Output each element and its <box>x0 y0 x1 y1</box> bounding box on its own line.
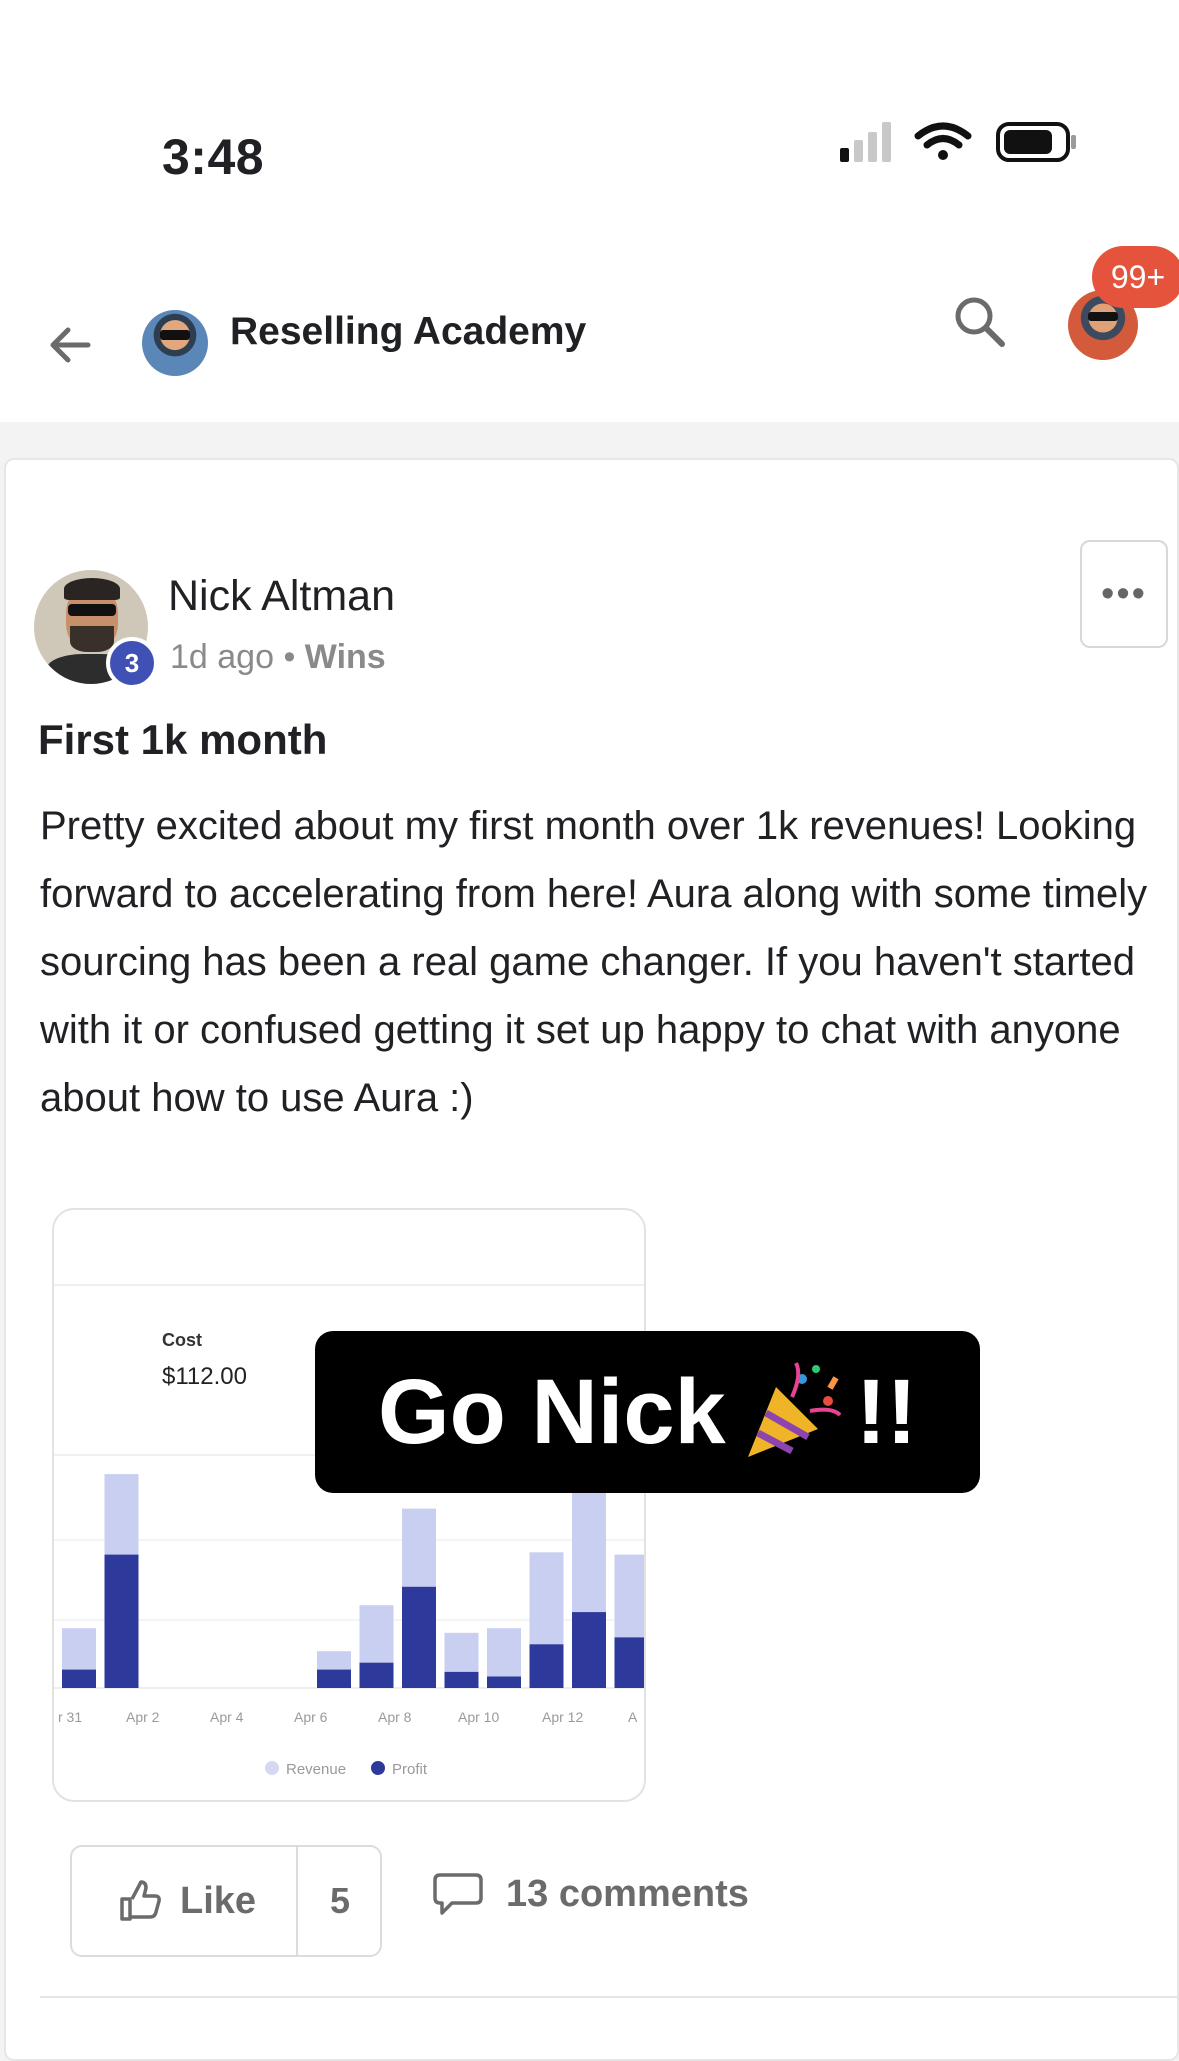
profit-bar <box>572 1612 606 1688</box>
more-options-button[interactable]: ••• <box>1080 540 1168 648</box>
profit-bar <box>359 1662 394 1688</box>
x-tick-label: Apr 10 <box>458 1709 499 1725</box>
search-icon[interactable] <box>950 292 1010 352</box>
x-tick-label: A <box>628 1709 638 1725</box>
profit-bar <box>529 1644 564 1688</box>
like-button[interactable]: Like <box>70 1845 296 1957</box>
group-avatar[interactable] <box>142 310 208 376</box>
sticker-suffix: !! <box>855 1360 917 1463</box>
wifi-icon <box>914 122 972 160</box>
author-level-badge: 3 <box>106 637 158 689</box>
notification-badge[interactable]: 99+ <box>1092 246 1179 308</box>
group-title[interactable]: Reselling Academy <box>230 310 586 354</box>
chart-attachment[interactable]: Cost $112.00 r 31 Apr 2 Apr 4 Apr 6 Apr 8 Apr… <box>52 1208 646 1802</box>
profit-bar <box>402 1586 436 1688</box>
legend-profit: Profit <box>392 1761 428 1778</box>
battery-icon <box>996 122 1076 162</box>
back-arrow-icon[interactable] <box>46 320 96 370</box>
party-popper-icon <box>747 1362 842 1457</box>
comments-button[interactable]: 13 comments <box>432 1862 749 1926</box>
cellular-signal-icon <box>840 122 891 162</box>
go-nick-sticker: Go Nick !! <box>315 1331 980 1493</box>
meta-separator: • <box>274 638 305 676</box>
status-time: 3:48 <box>162 129 265 185</box>
post-author[interactable]: Nick Altman <box>168 572 395 621</box>
section-divider <box>40 1996 1179 1998</box>
profit-bar <box>104 1554 139 1688</box>
x-tick-label: Apr 8 <box>378 1709 412 1725</box>
legend-revenue: Revenue <box>286 1761 346 1778</box>
chart-stat-label: Cost <box>162 1330 202 1350</box>
like-count[interactable]: 5 <box>298 1845 382 1957</box>
x-tick-label: Apr 4 <box>210 1709 244 1725</box>
profit-bar <box>614 1637 644 1688</box>
like-label: Like <box>180 1879 257 1922</box>
legend-revenue-swatch <box>265 1761 279 1775</box>
profit-chart: Cost $112.00 r 31 Apr 2 Apr 4 Apr 6 Apr 8 Apr… <box>54 1284 644 1778</box>
chart-stat-value: $112.00 <box>162 1363 247 1390</box>
chart-legend: Revenue Profit <box>265 1761 428 1778</box>
thumbs-up-icon <box>120 1880 161 1921</box>
status-icons <box>840 122 1076 162</box>
comments-label: 13 comments <box>506 1872 749 1915</box>
post-meta: 1d ago • Wins <box>170 638 386 677</box>
x-tick-label: Apr 2 <box>126 1709 160 1725</box>
x-tick-label: Apr 12 <box>542 1709 583 1725</box>
post-title: First 1k month <box>38 716 328 763</box>
comment-icon <box>433 1873 483 1915</box>
profit-bar <box>487 1676 521 1688</box>
sticker-text: Go Nick <box>378 1360 726 1463</box>
post-category[interactable]: Wins <box>305 638 386 676</box>
x-tick-label: Apr 6 <box>294 1709 328 1725</box>
x-tick-label: r 31 <box>58 1709 82 1725</box>
profit-bar <box>62 1669 96 1688</box>
post-body: Pretty excited about my first month over… <box>40 804 1148 1120</box>
profit-bar <box>444 1671 479 1688</box>
post-time: 1d ago <box>170 638 274 676</box>
legend-profit-swatch <box>371 1761 385 1775</box>
profit-bar <box>317 1669 351 1688</box>
